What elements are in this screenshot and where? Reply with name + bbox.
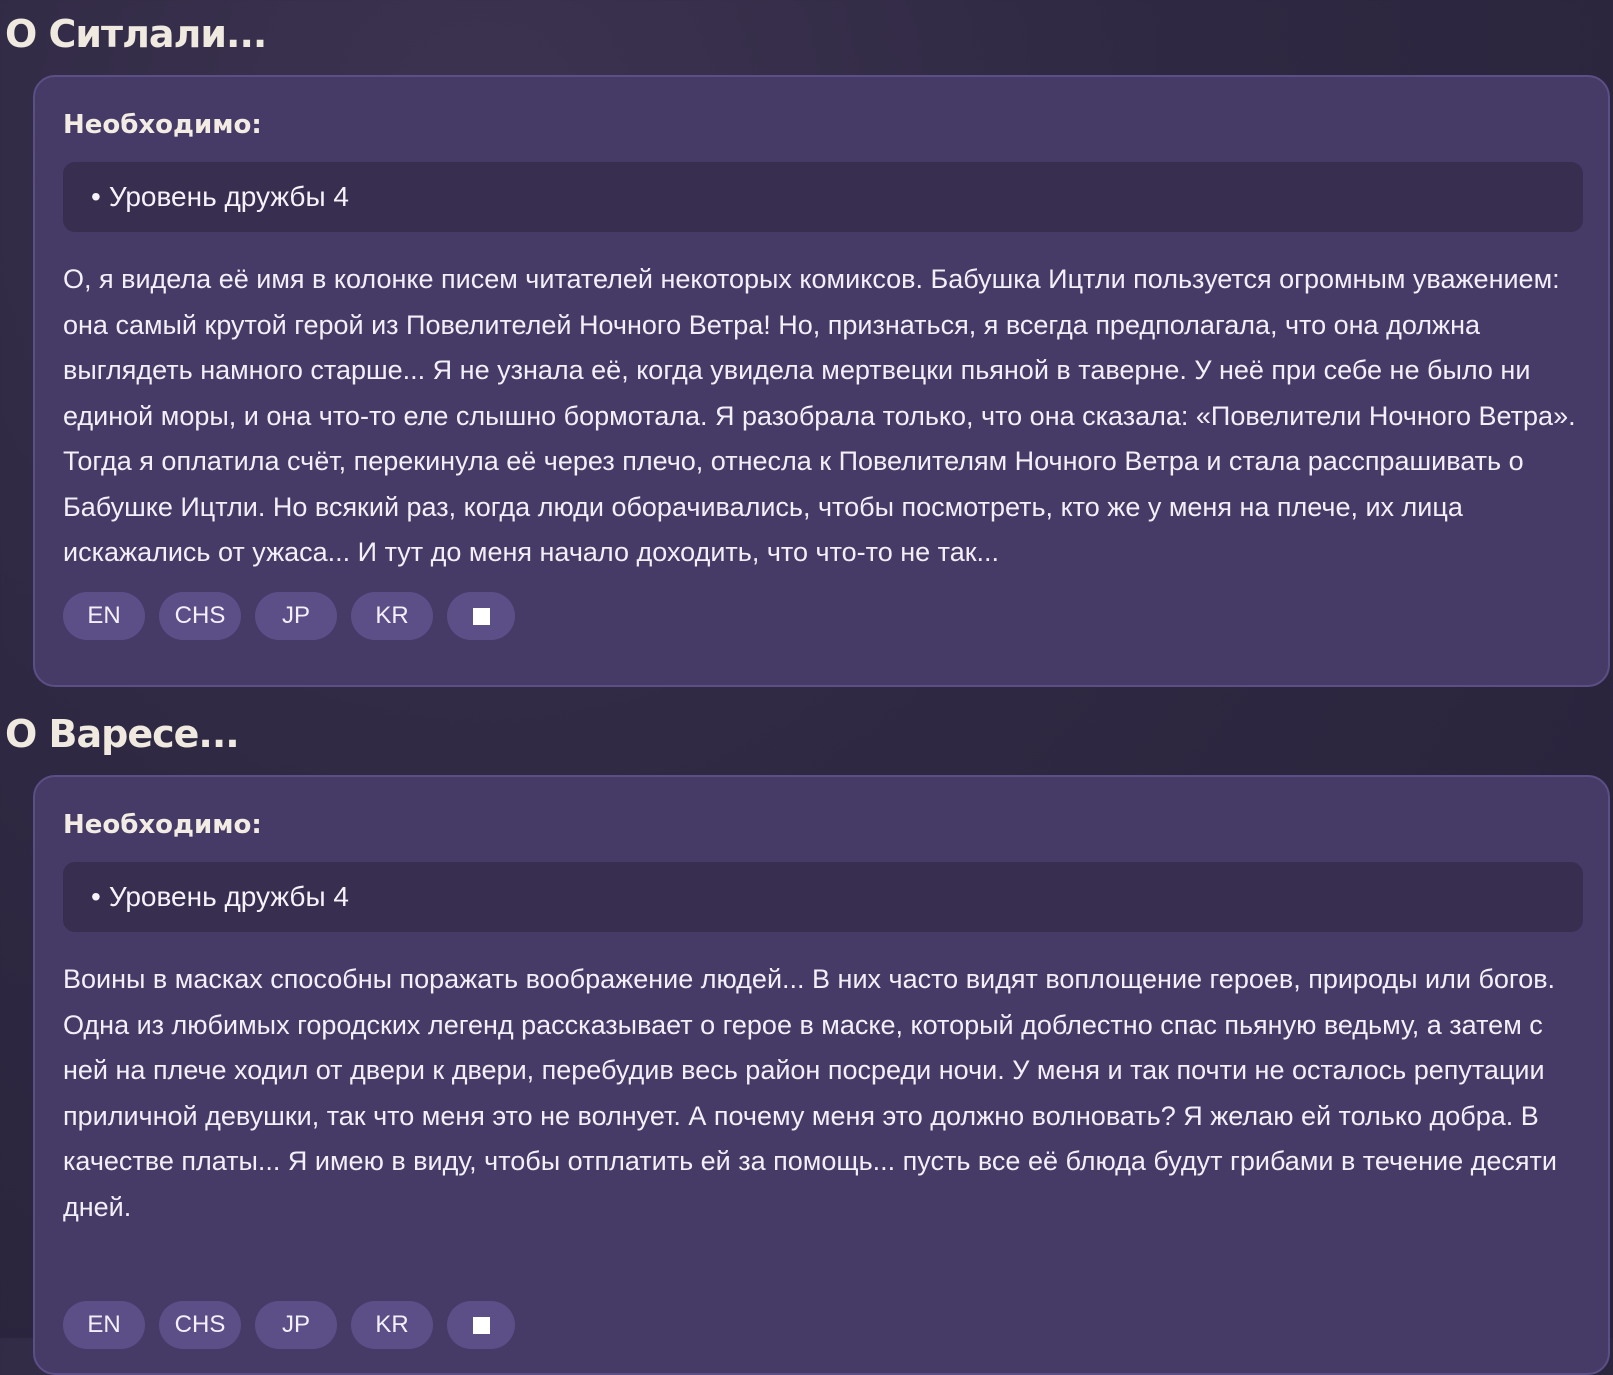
lang-button-jp[interactable]: JP bbox=[255, 1301, 337, 1349]
lang-button-chs[interactable]: CHS bbox=[159, 1301, 241, 1349]
stop-icon bbox=[472, 1316, 490, 1334]
lang-button-chs[interactable]: CHS bbox=[159, 592, 241, 640]
stop-button[interactable] bbox=[447, 592, 515, 640]
language-buttons: EN CHS JP KR bbox=[63, 592, 515, 640]
lang-button-en[interactable]: EN bbox=[63, 592, 145, 640]
lang-button-jp[interactable]: JP bbox=[255, 592, 337, 640]
voice-line-text: О, я видела её имя в колонке писем читат… bbox=[63, 264, 1576, 567]
requirement-box: • Уровень дружбы 4 bbox=[63, 162, 1583, 232]
requirement-label: Необходимо: bbox=[63, 810, 262, 840]
bullet-icon: • bbox=[91, 881, 101, 912]
requirement-item: Уровень дружбы 4 bbox=[108, 881, 349, 912]
requirement-item: Уровень дружбы 4 bbox=[108, 181, 349, 212]
voice-line-card: Необходимо: • Уровень дружбы 4 Воины в м… bbox=[33, 775, 1610, 1375]
lang-button-kr[interactable]: KR bbox=[351, 1301, 433, 1349]
stop-button[interactable] bbox=[447, 1301, 515, 1349]
requirement-label: Необходимо: bbox=[63, 110, 262, 140]
stop-icon bbox=[472, 607, 490, 625]
section-title: О Варесе... bbox=[5, 712, 240, 756]
language-buttons: EN CHS JP KR bbox=[63, 1301, 515, 1349]
voice-line-card: Необходимо: • Уровень дружбы 4 О, я виде… bbox=[33, 75, 1610, 687]
requirement-box: • Уровень дружбы 4 bbox=[63, 862, 1583, 932]
lang-button-kr[interactable]: KR bbox=[351, 592, 433, 640]
section-title: О Ситлали... bbox=[5, 12, 267, 56]
lang-button-en[interactable]: EN bbox=[63, 1301, 145, 1349]
bullet-icon: • bbox=[91, 181, 101, 212]
voice-line-text: Воины в масках способны поражать воображ… bbox=[63, 964, 1557, 1222]
